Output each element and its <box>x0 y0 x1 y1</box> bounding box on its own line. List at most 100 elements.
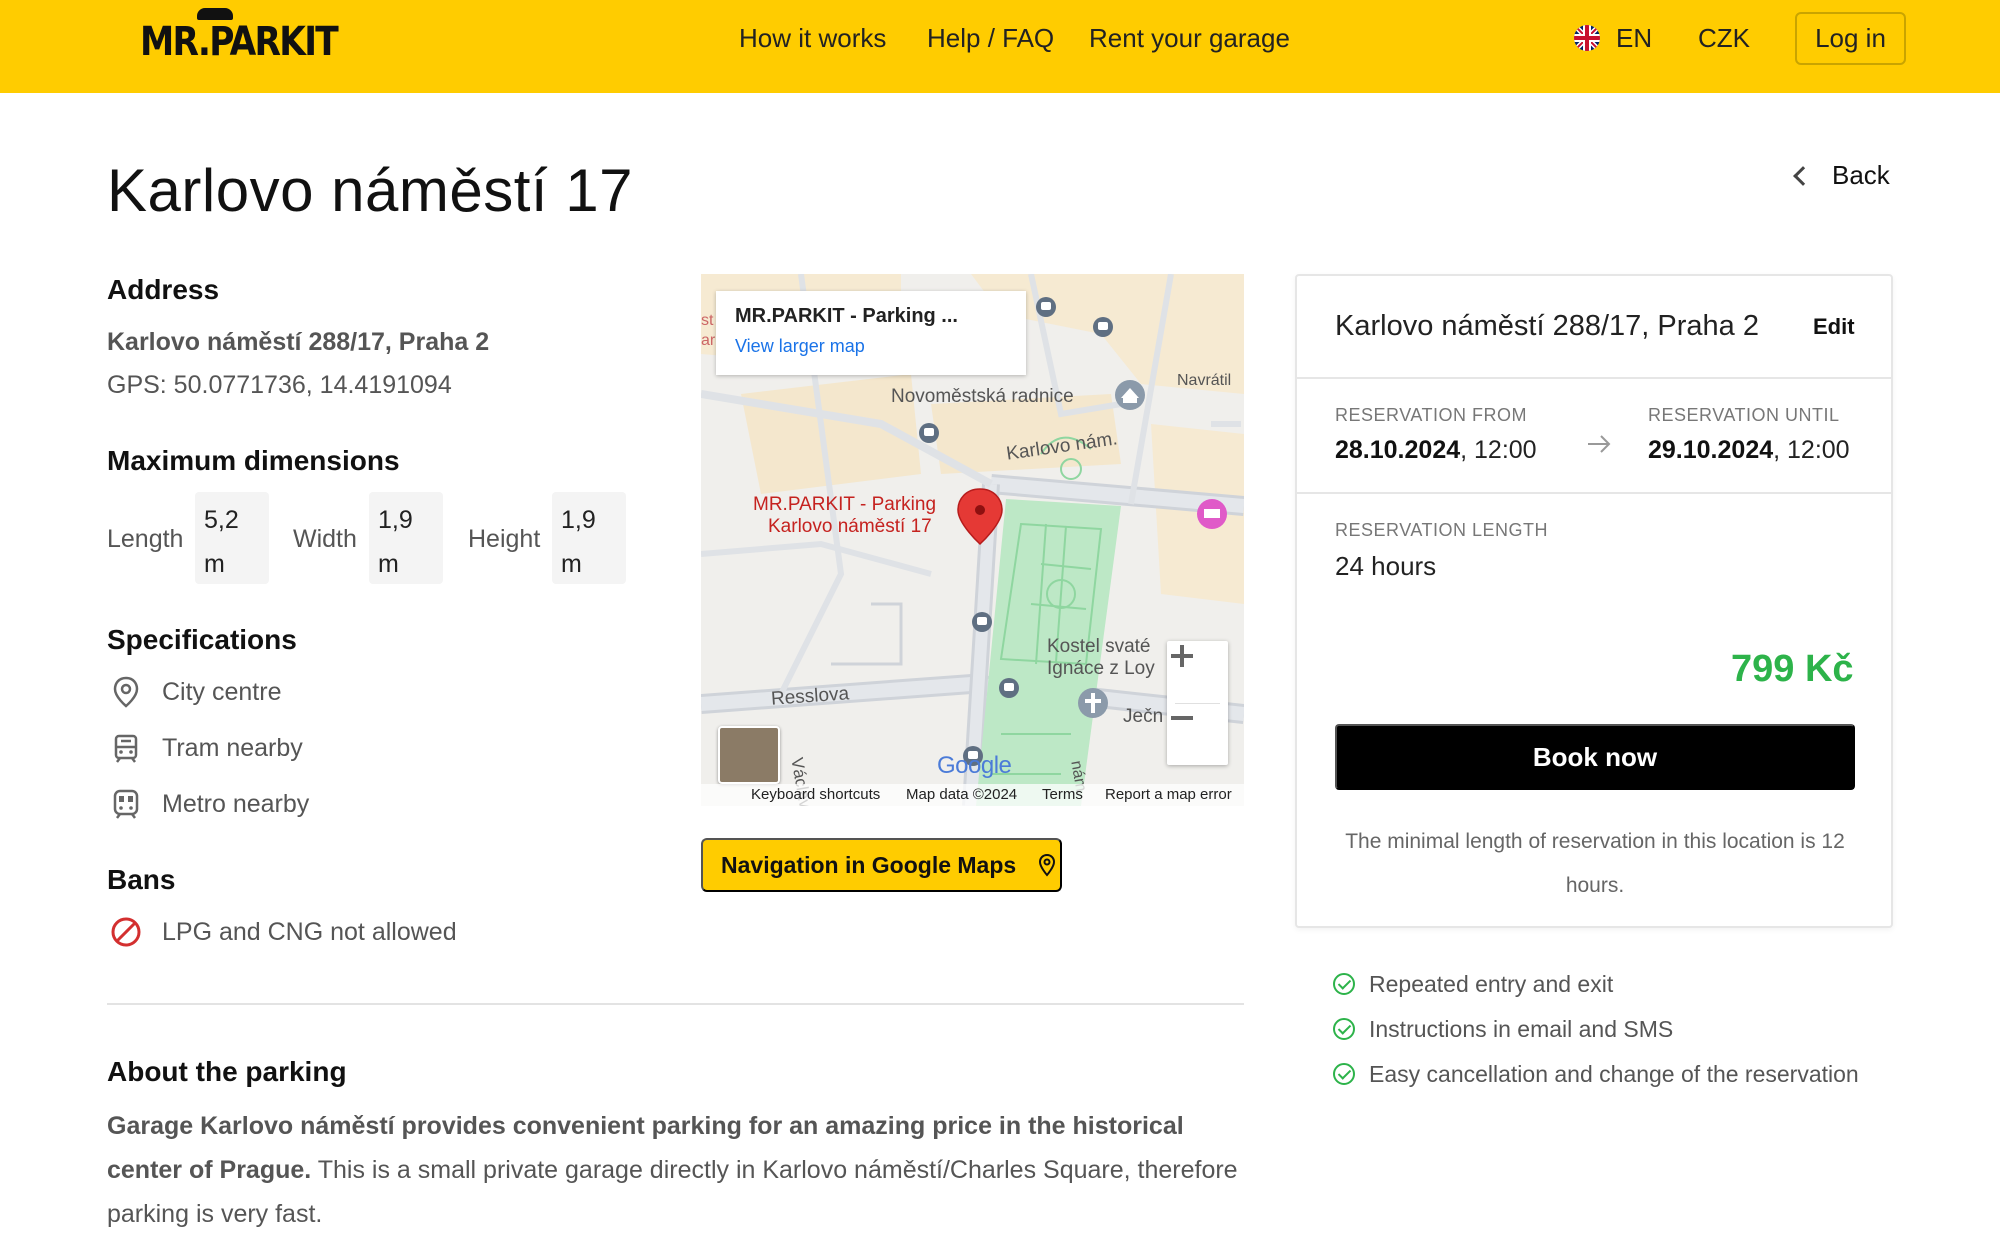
map-terms-link[interactable]: Terms <box>1042 786 1083 804</box>
uk-flag-icon <box>1574 25 1600 51</box>
map-label-kostel-2: Ignáce z Loy <box>1047 658 1155 679</box>
section-divider <box>107 1003 1244 1005</box>
nav-help-faq[interactable]: Help / FAQ <box>927 22 1054 54</box>
location-pin-icon <box>110 676 142 708</box>
reservation-length-label: RESERVATION LENGTH <box>1335 520 1549 540</box>
no-entry-icon <box>110 916 142 948</box>
arrow-right-icon <box>1588 435 1611 453</box>
about-text: Garage Karlovo náměstí provides convenie… <box>107 1104 1247 1233</box>
height-value: 1,9 m <box>552 492 626 584</box>
plus-icon <box>1171 645 1193 667</box>
perk-label: Instructions in email and SMS <box>1369 1016 1674 1042</box>
width-label: Width <box>293 525 357 553</box>
spec-label: Tram nearby <box>162 734 303 762</box>
gps-coordinates: GPS: 50.0771736, 14.4191094 <box>107 371 452 399</box>
map-label-radnice: Novoměstská radnice <box>891 386 1074 407</box>
width-value: 1,9 m <box>369 492 443 584</box>
from-time: , 12:00 <box>1460 436 1537 464</box>
address-street: Karlovo náměstí 288/17, Praha 2 <box>107 328 490 356</box>
check-circle-icon <box>1333 973 1355 995</box>
reservation-until-label: RESERVATION UNTIL <box>1648 405 1840 425</box>
location-pin-icon <box>1039 853 1056 877</box>
card-divider <box>1297 377 1891 379</box>
check-circle-icon <box>1333 1018 1355 1040</box>
currency-selector[interactable]: CZK <box>1698 22 1750 54</box>
dimensions-heading: Maximum dimensions <box>107 445 400 476</box>
navigation-button-label: Navigation in Google Maps <box>721 851 1017 878</box>
login-button[interactable]: Log in <box>1795 12 1906 65</box>
booking-card: Karlovo náměstí 288/17, Praha 2 Edit RES… <box>1295 274 1893 928</box>
spec-tram: Tram nearby <box>110 731 303 765</box>
report-map-error-link[interactable]: Report a map error <box>1105 786 1232 804</box>
length-number: 5,2 <box>204 506 239 534</box>
google-map[interactable]: st ar Novoměstská radnice Karlovo nám. N… <box>701 274 1244 806</box>
zoom-out-button[interactable] <box>1167 703 1228 765</box>
spec-metro: Metro nearby <box>110 787 309 821</box>
language-label: EN <box>1616 23 1653 53</box>
map-info-card: MR.PARKIT - Parking ... View larger map <box>716 291 1026 375</box>
navigation-google-maps-button[interactable]: Navigation in Google Maps <box>701 838 1062 892</box>
length-value: 5,2 m <box>195 492 269 584</box>
perk-item: Easy cancellation and change of the rese… <box>1333 1059 1859 1089</box>
back-label: Back <box>1832 160 1890 190</box>
metro-icon <box>110 788 142 820</box>
map-label-jecna: Ječn <box>1123 706 1164 727</box>
width-unit: m <box>378 550 399 578</box>
edit-address-button[interactable]: Edit <box>1813 313 1855 341</box>
spec-label: Metro nearby <box>162 790 310 818</box>
map-satellite-toggle[interactable] <box>718 726 780 784</box>
minus-icon <box>1171 716 1193 720</box>
until-time: , 12:00 <box>1773 436 1850 464</box>
chevron-left-icon <box>1793 165 1813 186</box>
nav-how-it-works[interactable]: How it works <box>739 22 886 54</box>
map-label-edge-1: st <box>701 312 714 329</box>
ban-label: LPG and CNG not allowed <box>162 918 457 946</box>
length-unit: m <box>204 550 225 578</box>
address-heading: Address <box>107 274 220 305</box>
until-date: 29.10.2024 <box>1648 436 1774 464</box>
map-marker-label-2: Karlovo náměstí 17 <box>768 516 932 537</box>
spec-label: City centre <box>162 678 282 706</box>
perk-label: Repeated entry and exit <box>1369 971 1614 997</box>
card-divider <box>1297 492 1891 494</box>
price: 799 Kč <box>1731 648 1854 690</box>
map-zoom-control <box>1167 641 1228 765</box>
map-label-navratil: Navrátil <box>1177 372 1232 389</box>
minimal-length-note: The minimal length of reservation in thi… <box>1345 830 1845 897</box>
reservation-from-label: RESERVATION FROM <box>1335 405 1528 425</box>
perk-item: Instructions in email and SMS <box>1333 1014 1673 1044</box>
map-marker-label-1: MR.PARKIT - Parking <box>753 494 937 515</box>
length-label: Length <box>107 525 184 553</box>
google-logo: Google <box>937 752 1012 779</box>
height-unit: m <box>561 550 582 578</box>
zoom-in-button[interactable] <box>1167 641 1228 703</box>
view-larger-map-link[interactable]: View larger map <box>735 333 1026 359</box>
reservation-until-value[interactable]: 29.10.2024, 12:00 <box>1648 434 1850 466</box>
top-header: MR.PARKIT How it works Help / FAQ Rent y… <box>0 0 2000 93</box>
map-label-kostel-1: Kostel svaté <box>1047 636 1151 657</box>
perk-label: Easy cancellation and change of the rese… <box>1369 1061 1859 1087</box>
book-now-button[interactable]: Book now <box>1335 724 1855 790</box>
page-title: Karlovo náměstí 17 <box>107 157 633 224</box>
spec-city-centre: City centre <box>110 675 281 709</box>
booking-address: Karlovo náměstí 288/17, Praha 2 <box>1335 310 1759 342</box>
logo[interactable]: MR.PARKIT <box>140 18 339 66</box>
map-data-credit: Map data ©2024 <box>906 786 1018 803</box>
map-label-edge-2: ar <box>701 332 716 349</box>
keyboard-shortcuts-link[interactable]: Keyboard shortcuts <box>751 786 880 804</box>
language-selector[interactable]: EN <box>1574 22 1652 54</box>
reservation-length-value: 24 hours <box>1335 551 1437 581</box>
tram-icon <box>110 732 142 764</box>
width-number: 1,9 <box>378 506 413 534</box>
map-card-title: MR.PARKIT - Parking ... <box>735 305 958 327</box>
perk-item: Repeated entry and exit <box>1333 969 1613 999</box>
back-link[interactable]: Back <box>1790 160 1890 191</box>
height-label: Height <box>468 525 541 553</box>
reservation-from-value[interactable]: 28.10.2024, 12:00 <box>1335 434 1537 466</box>
check-circle-icon <box>1333 1063 1355 1085</box>
from-date: 28.10.2024 <box>1335 436 1461 464</box>
specifications-heading: Specifications <box>107 624 297 655</box>
ban-lpg-cng: LPG and CNG not allowed <box>110 915 457 949</box>
height-number: 1,9 <box>561 506 596 534</box>
nav-rent-your-garage[interactable]: Rent your garage <box>1089 22 1290 54</box>
